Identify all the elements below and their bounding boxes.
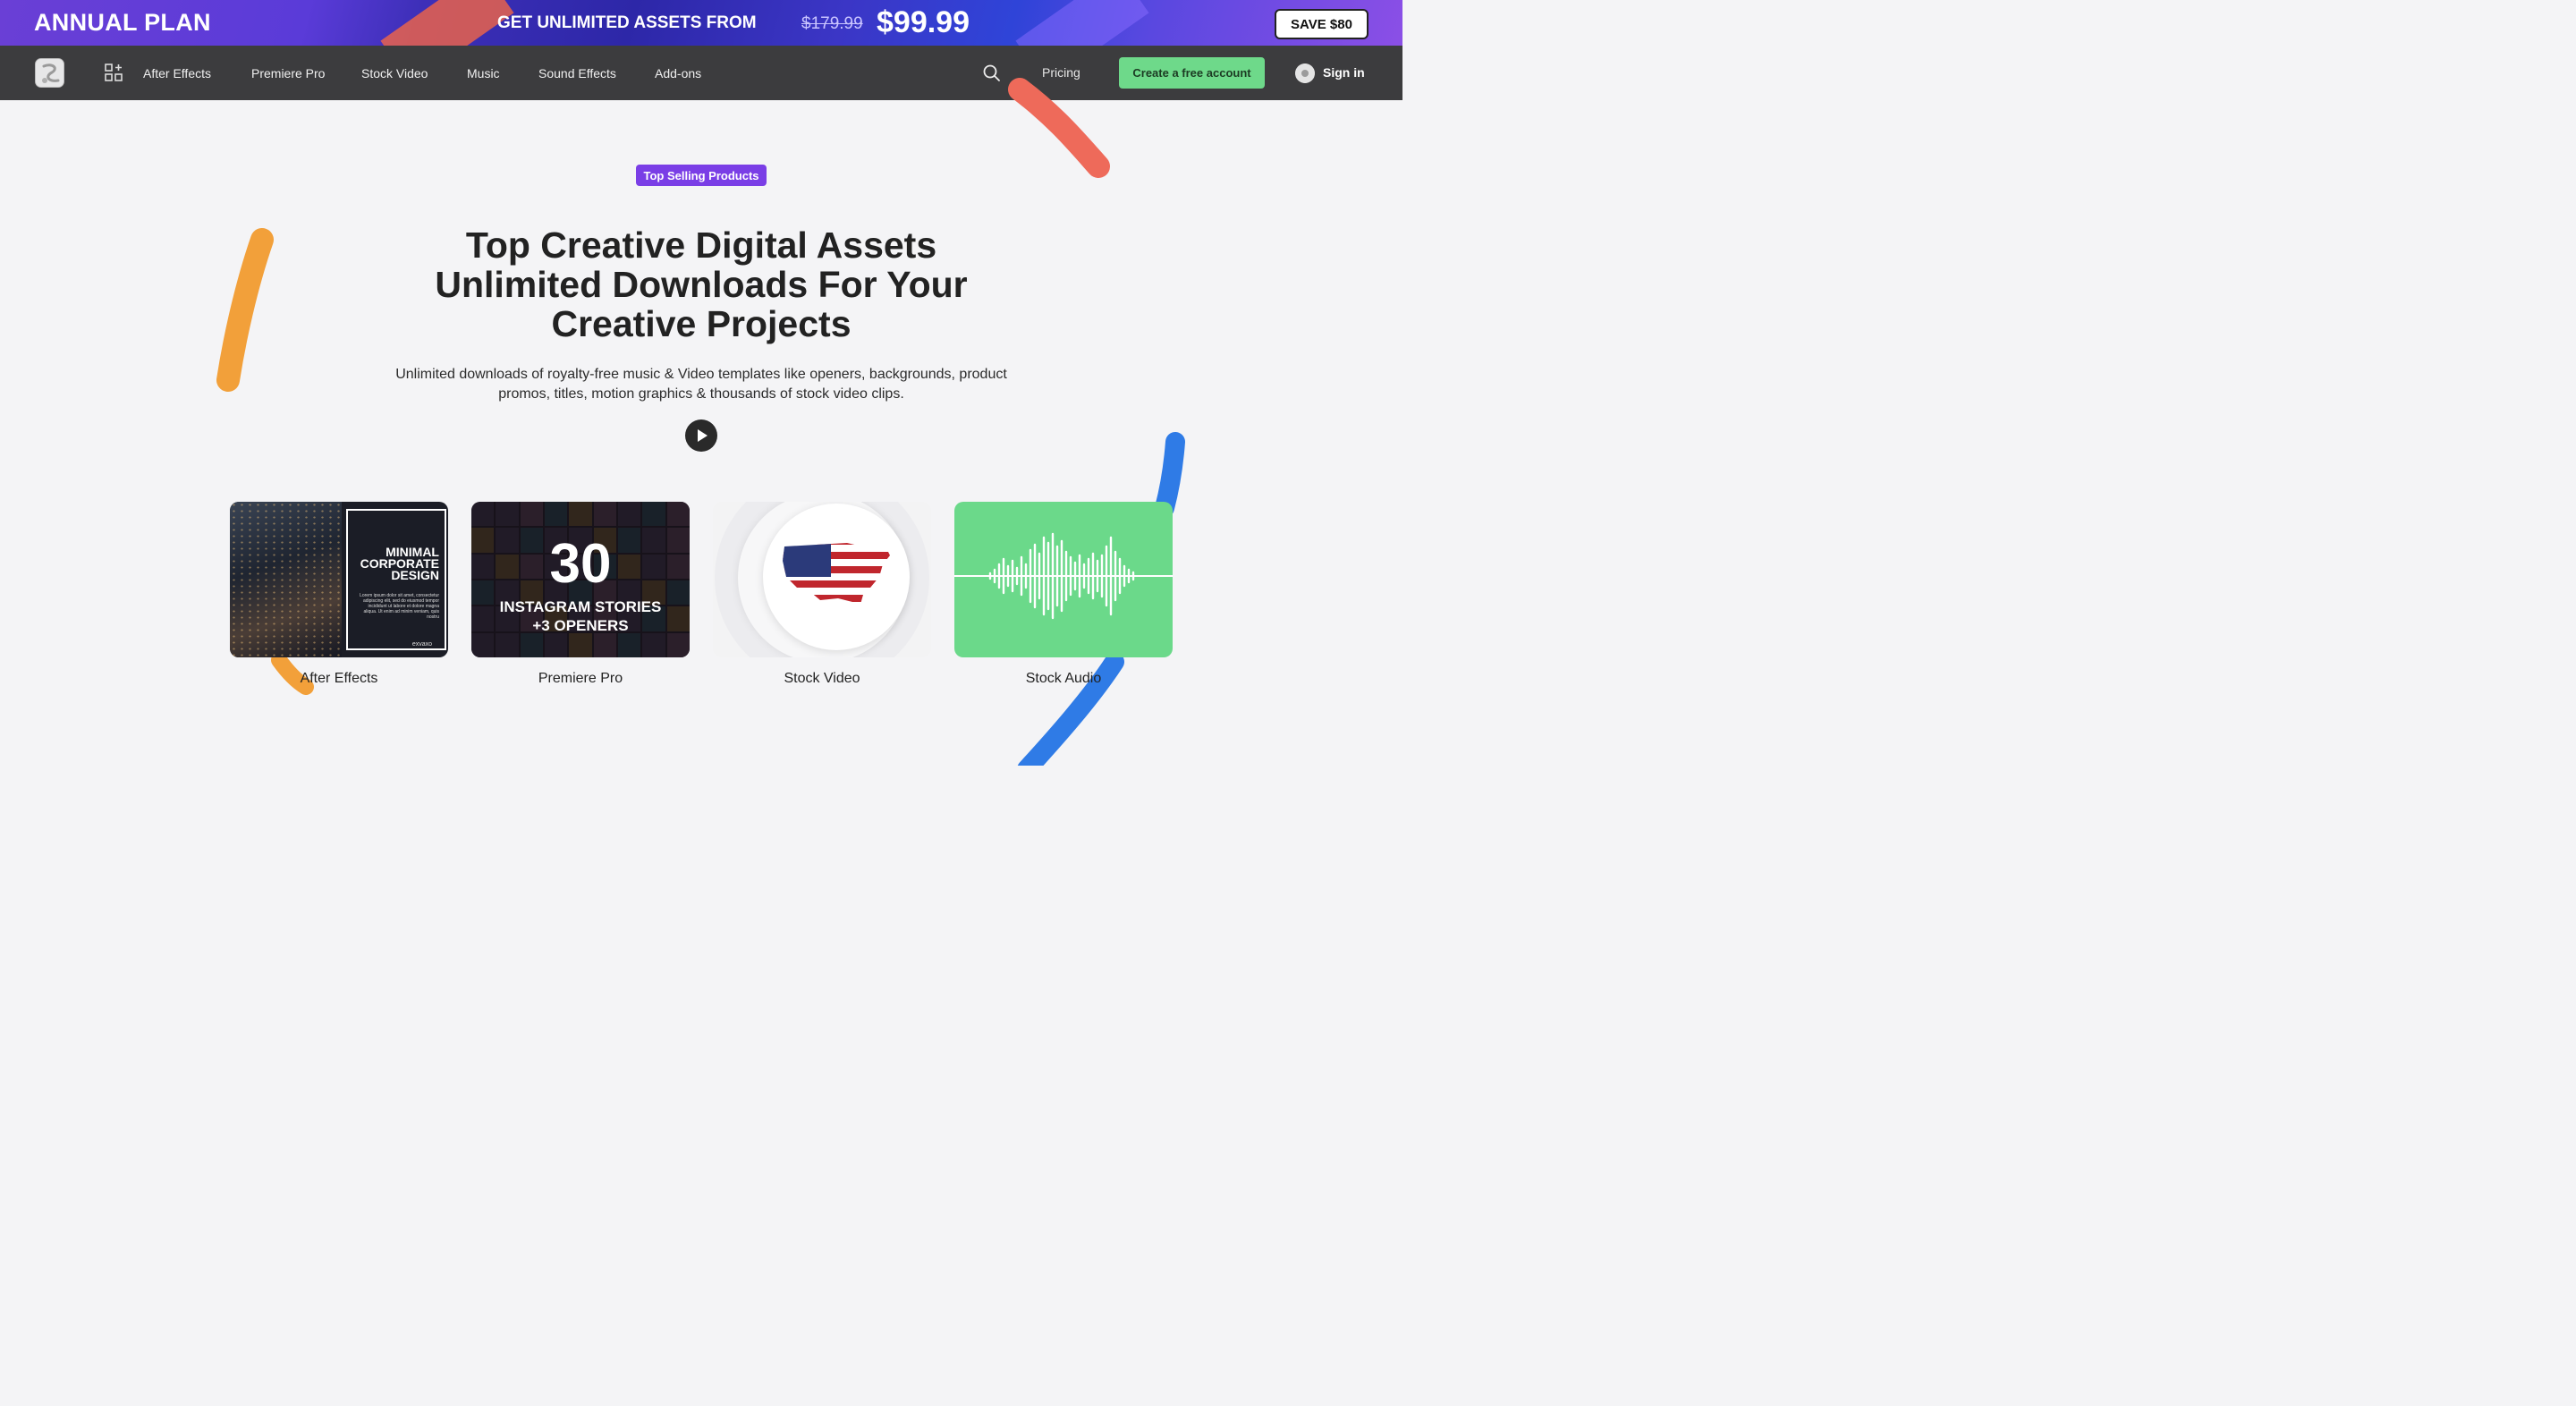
play-icon (698, 429, 708, 442)
thumbnail-body: Lorem ipsum dolor sit amet, consectetur … (360, 593, 439, 620)
card-label-premiere-pro[interactable]: Premiere Pro (471, 671, 690, 687)
hero-subtitle: Unlimited downloads of royalty-free musi… (395, 367, 1007, 402)
category-card-stock-video[interactable] (713, 502, 931, 657)
promo-new-price: $99.99 (877, 5, 970, 39)
promo-banner[interactable]: ANNUAL PLAN GET UNLIMITED ASSETS FROM $1… (0, 0, 1402, 46)
promo-text: GET UNLIMITED ASSETS FROM (497, 13, 757, 32)
sign-in-link[interactable]: Sign in (1323, 65, 1365, 80)
main-nav: After Effects Premiere Pro Stock Video M… (0, 46, 1402, 100)
banner-stripe-decoration (380, 0, 514, 46)
hero-title-line: Unlimited Downloads For Your (435, 264, 968, 305)
logo-icon[interactable] (35, 58, 64, 88)
nav-item-add-ons[interactable]: Add-ons (655, 66, 701, 80)
nav-item-music[interactable]: Music (467, 66, 500, 80)
category-card-premiere-pro[interactable]: 30 INSTAGRAM STORIES +3 OPENERS (471, 502, 690, 657)
promo-old-price: $179.99 (801, 14, 863, 33)
top-selling-badge: Top Selling Products (636, 165, 767, 186)
banner-stripe-decoration (1015, 0, 1149, 46)
thumbnail-panel: MINIMAL CORPORATE DESIGN Lorem ipsum dol… (346, 509, 446, 650)
promo-title: ANNUAL PLAN (34, 9, 211, 36)
category-card-stock-audio[interactable] (954, 502, 1173, 657)
card-label-stock-audio[interactable]: Stock Audio (954, 671, 1173, 687)
nav-item-premiere-pro[interactable]: Premiere Pro (251, 66, 325, 80)
category-card-after-effects[interactable]: MINIMAL CORPORATE DESIGN Lorem ipsum dol… (230, 502, 448, 657)
hero-title-line: Creative Projects (551, 303, 852, 344)
hero-title-line: Top Creative Digital Assets (465, 224, 937, 266)
thumbnail-brand: exvaxo (411, 641, 432, 648)
card-label-stock-video[interactable]: Stock Video (713, 671, 931, 687)
play-button[interactable] (685, 419, 717, 452)
nav-item-stock-video[interactable]: Stock Video (361, 66, 428, 80)
nav-item-sound-effects[interactable]: Sound Effects (538, 66, 616, 80)
grid-icon[interactable] (105, 64, 123, 82)
card-label-after-effects[interactable]: After Effects (230, 671, 448, 687)
create-account-button[interactable]: Create a free account (1119, 57, 1265, 89)
city-thumbnail (230, 502, 342, 657)
nav-item-after-effects[interactable]: After Effects (143, 66, 211, 80)
thumbnail-line: INSTAGRAM STORIES (499, 598, 662, 615)
thumbnail-line: +3 OPENERS (532, 617, 629, 634)
thumbnail-number: 30 (549, 533, 612, 595)
pricing-link[interactable]: Pricing (1042, 65, 1080, 80)
save-button[interactable]: SAVE $80 (1275, 9, 1368, 39)
hero-title: Top Creative Digital Assets Unlimited Do… (343, 225, 1059, 343)
search-icon[interactable] (982, 64, 1001, 82)
thumbnail-title: MINIMAL CORPORATE DESIGN (360, 545, 439, 582)
avatar-icon[interactable] (1295, 64, 1315, 83)
waveform-icon (954, 532, 1173, 620)
usa-map-icon (783, 543, 890, 607)
